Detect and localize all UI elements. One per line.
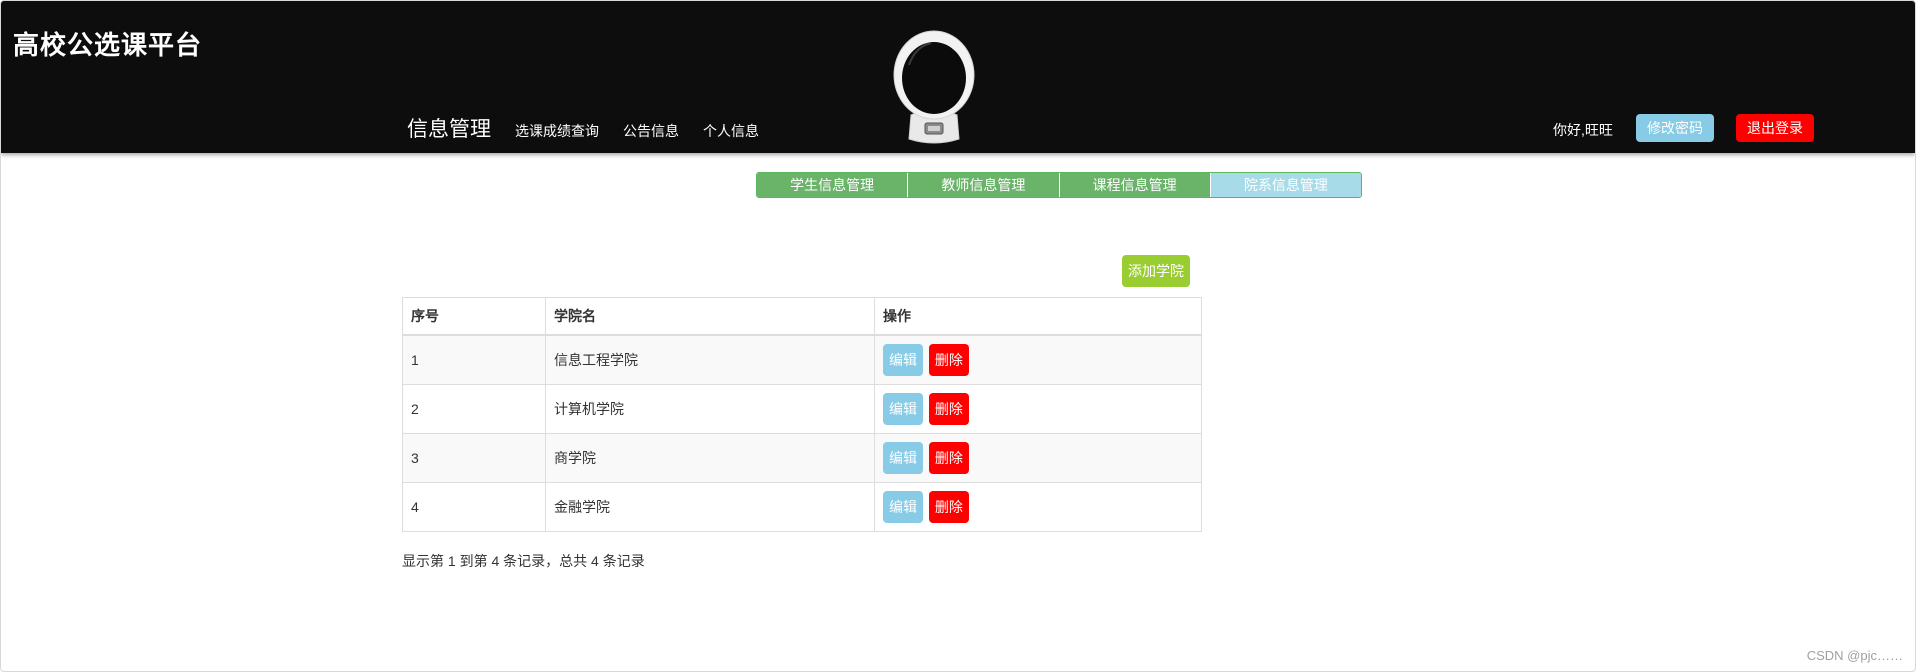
main-nav: 信息管理 选课成绩查询 公告信息 个人信息 [407,113,783,143]
nav-link-course-grades[interactable]: 选课成绩查询 [515,121,599,141]
cell-actions: 编辑 删除 [874,482,1202,532]
management-tabs: 学生信息管理 教师信息管理 课程信息管理 院系信息管理 [756,172,1362,198]
cell-actions: 编辑 删除 [874,384,1202,434]
column-header-college-name[interactable]: 学院名 [545,297,875,336]
tab-department-management[interactable]: 院系信息管理 [1210,173,1361,197]
app-window: 高校公选课平台 信息管理 选课成绩查询 公告信息 个人信息 你好,旺旺 修改密码… [0,0,1916,672]
tab-course-management[interactable]: 课程信息管理 [1059,173,1211,197]
watermark: CSDN @pjc…… [1806,648,1903,663]
cell-college-name: 信息工程学院 [545,334,875,385]
table-row: 1 信息工程学院 编辑 删除 [402,334,1202,385]
add-college-button[interactable]: 添加学院 [1122,255,1190,287]
edit-button[interactable]: 编辑 [883,442,923,474]
top-header: 高校公选课平台 信息管理 选课成绩查询 公告信息 个人信息 你好,旺旺 修改密码… [1,1,1915,153]
pagination-info: 显示第 1 到第 4 条记录，总共 4 条记录 [402,553,645,569]
cell-college-name: 商学院 [545,433,875,483]
tab-teacher-management[interactable]: 教师信息管理 [908,173,1060,197]
college-table: 序号 学院名 操作 1 信息工程学院 编辑 删除 2 计算机学院 编辑 删除 3… [402,297,1202,532]
cell-no: 2 [402,384,546,434]
delete-button[interactable]: 删除 [928,344,969,376]
edit-button[interactable]: 编辑 [883,344,923,376]
table-row: 4 金融学院 编辑 删除 [402,482,1202,532]
astronaut-helmet-icon [893,30,975,144]
cell-actions: 编辑 删除 [874,433,1202,483]
cell-college-name: 金融学院 [545,482,875,532]
change-password-button[interactable]: 修改密码 [1636,114,1714,142]
delete-button[interactable]: 删除 [928,491,969,523]
nav-brand-info-management[interactable]: 信息管理 [407,113,491,143]
cell-no: 4 [402,482,546,532]
table-row: 2 计算机学院 编辑 删除 [402,384,1202,434]
column-header-no[interactable]: 序号 [402,297,546,336]
delete-button[interactable]: 删除 [928,393,969,425]
edit-button[interactable]: 编辑 [883,393,923,425]
nav-link-announcements[interactable]: 公告信息 [623,121,679,141]
user-greeting: 你好,旺旺 [1553,122,1613,138]
table-header-row: 序号 学院名 操作 [402,297,1202,336]
table-row: 3 商学院 编辑 删除 [402,433,1202,483]
delete-button[interactable]: 删除 [928,442,969,474]
column-header-actions: 操作 [874,297,1202,336]
logout-button[interactable]: 退出登录 [1736,114,1814,142]
cell-college-name: 计算机学院 [545,384,875,434]
edit-button[interactable]: 编辑 [883,491,923,523]
cell-no: 3 [402,433,546,483]
cell-actions: 编辑 删除 [874,334,1202,385]
nav-link-profile[interactable]: 个人信息 [703,121,759,141]
cell-no: 1 [402,334,546,385]
tab-student-management[interactable]: 学生信息管理 [757,173,909,197]
site-title: 高校公选课平台 [13,30,203,60]
